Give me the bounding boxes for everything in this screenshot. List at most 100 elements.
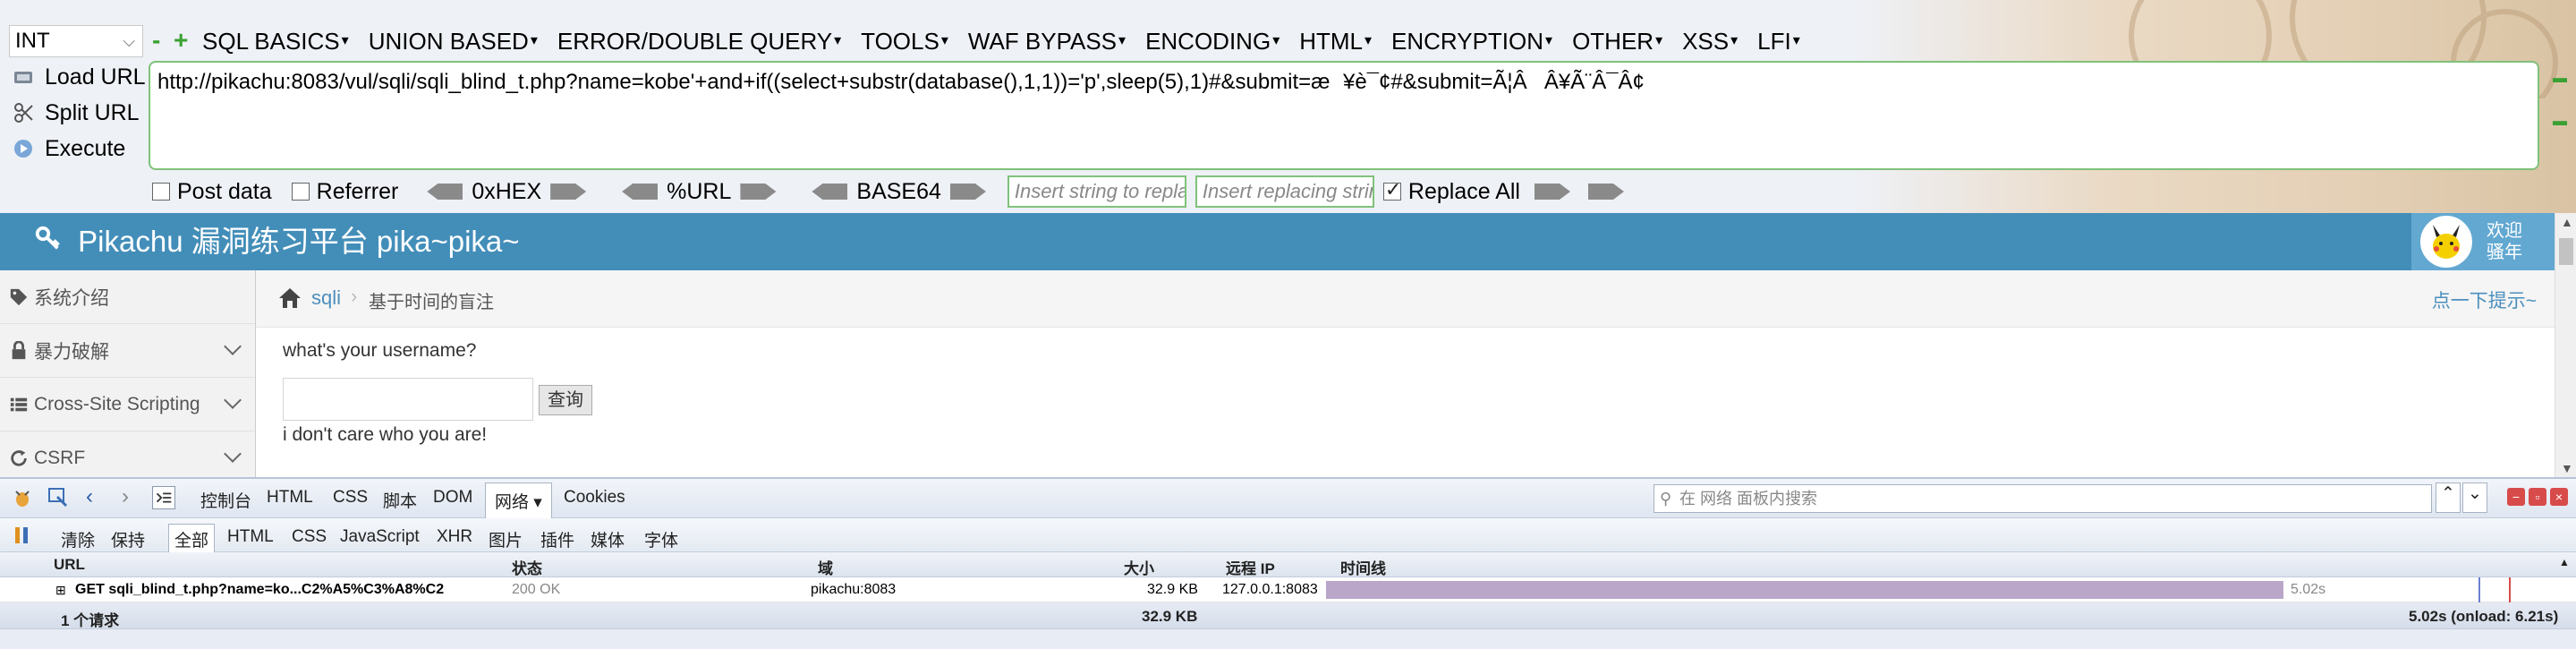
search-next-icon[interactable]: ⌄: [2462, 482, 2487, 513]
tab-css[interactable]: CSS: [333, 488, 368, 508]
network-search-input[interactable]: ⚲ 在 网络 面板内搜索: [1654, 484, 2432, 513]
breadcrumb-link-sqli[interactable]: sqli: [311, 286, 341, 310]
expand-icon[interactable]: ⊞: [55, 583, 66, 598]
column-domain[interactable]: 域: [818, 556, 833, 578]
tab-cookies[interactable]: Cookies: [564, 488, 625, 508]
summary-size: 32.9 KB: [1142, 608, 1198, 625]
forward-icon[interactable]: ›: [122, 484, 129, 509]
replace-left-button[interactable]: [1534, 184, 1570, 200]
filter-xhr[interactable]: XHR: [437, 527, 472, 547]
menu-tools[interactable]: TOOLS ▾: [861, 25, 968, 57]
sort-icon[interactable]: ▲: [2559, 556, 2570, 568]
tab-script[interactable]: 脚本: [383, 488, 417, 512]
page-scrollbar[interactable]: ▲ ▼: [2555, 213, 2576, 477]
request-remote-ip: 127.0.0.1:8083: [1222, 582, 1318, 597]
execute-button[interactable]: Execute: [13, 132, 125, 165]
base64-decode-button[interactable]: [812, 184, 848, 200]
filter-plugins[interactable]: 插件: [540, 527, 574, 551]
firebug-main-toolbar: ‹ › 控制台 HTML CSS 脚本 DOM 网络 ▾ Cookies ⚲ 在…: [0, 479, 2576, 518]
filter-html[interactable]: HTML: [227, 527, 274, 547]
menu-waf-bypass[interactable]: WAF BYPASS ▾: [968, 25, 1145, 57]
sidebar-item-bruteforce[interactable]: 暴力破解: [0, 324, 255, 378]
column-size[interactable]: 大小: [1124, 556, 1154, 578]
request-url: GET sqli_blind_t.php?name=ko...C2%A5%C3%…: [75, 582, 445, 597]
query-button[interactable]: 查询: [539, 385, 592, 415]
scroll-up-icon[interactable]: ▲: [2561, 215, 2573, 229]
clear-button[interactable]: 清除: [61, 527, 95, 551]
tab-network[interactable]: 网络 ▾: [485, 482, 552, 518]
minus-icon[interactable]: -: [152, 27, 160, 54]
url-encode-button[interactable]: [740, 184, 777, 200]
pause-icon[interactable]: [11, 524, 34, 547]
back-icon[interactable]: ‹: [86, 484, 93, 509]
tab-console[interactable]: 控制台: [200, 488, 251, 512]
filter-media[interactable]: 媒体: [591, 527, 625, 551]
plus-icon[interactable]: +: [174, 27, 188, 54]
sidebar-item-label: Cross-Site Scripting: [34, 393, 200, 414]
filter-fonts[interactable]: 字体: [644, 527, 678, 551]
command-line-icon[interactable]: [152, 486, 175, 509]
menu-encoding[interactable]: ENCODING ▾: [1145, 25, 1299, 57]
tab-dom[interactable]: DOM: [433, 488, 472, 508]
type-select[interactable]: INT ⌵: [9, 25, 143, 57]
menu-html[interactable]: HTML ▾: [1299, 25, 1391, 57]
replace-all-checkbox[interactable]: Replace All: [1382, 178, 1520, 205]
menu-sql-basics[interactable]: SQL BASICS ▾: [202, 25, 369, 57]
menu-other[interactable]: OTHER ▾: [1572, 25, 1682, 57]
sidebar-item-intro[interactable]: 系统介绍: [0, 270, 255, 324]
hint-link[interactable]: 点一下提示~: [2432, 286, 2537, 313]
menu-xss[interactable]: XSS ▾: [1682, 25, 1757, 57]
base64-label: BASE64: [856, 178, 941, 204]
menu-lfi[interactable]: LFI ▾: [1757, 25, 1820, 57]
sidebar-item-label: CSRF: [34, 447, 86, 468]
column-status[interactable]: 状态: [512, 556, 542, 578]
base64-encode-button[interactable]: [949, 184, 986, 200]
username-input[interactable]: [283, 378, 533, 421]
post-data-checkbox[interactable]: Post data: [152, 179, 272, 205]
menu-encryption[interactable]: ENCRYPTION ▾: [1391, 25, 1572, 57]
close-icon[interactable]: ×: [2550, 488, 2568, 506]
summary-count: 1 个请求: [61, 612, 120, 629]
split-url-button[interactable]: Split URL: [13, 97, 140, 129]
url-decode-button[interactable]: [622, 184, 659, 200]
tag-icon: [10, 288, 28, 305]
checkbox-checked-icon: [1382, 178, 1401, 201]
network-table-header: URL 状态 域 大小 远程 IP 时间线 ▲: [0, 552, 2576, 577]
column-url[interactable]: URL: [54, 556, 85, 574]
inspect-icon[interactable]: [47, 486, 70, 509]
table-row[interactable]: ⊞ GET sqli_blind_t.php?name=ko...C2%A5%C…: [0, 577, 2576, 602]
filter-images[interactable]: 图片: [489, 527, 523, 551]
filter-css[interactable]: CSS: [292, 527, 327, 547]
hex-encode-button[interactable]: [550, 184, 587, 200]
username-prompt: what's your username?: [283, 340, 477, 361]
url-textarea[interactable]: http://pikachu:8083/vul/sqli/sqli_blind_…: [149, 61, 2539, 170]
lock-icon: [12, 340, 26, 359]
search-prev-icon[interactable]: ⌃: [2436, 482, 2461, 513]
column-timeline[interactable]: 时间线: [1340, 556, 1386, 578]
replace-string-input[interactable]: Insert string to replace: [1007, 175, 1186, 208]
load-url-button[interactable]: Load URL: [13, 61, 146, 93]
menu-error-double-query[interactable]: ERROR/DOUBLE QUERY ▾: [557, 25, 861, 57]
menu-union-based[interactable]: UNION BASED ▾: [369, 25, 557, 57]
persist-button[interactable]: 保持: [111, 527, 145, 551]
column-remote-ip[interactable]: 远程 IP: [1226, 556, 1275, 578]
minimize-icon[interactable]: −: [2507, 488, 2525, 506]
scrollbar-thumb[interactable]: [2559, 238, 2573, 265]
replace-right-button[interactable]: [1587, 184, 1624, 200]
sidebar-item-xss[interactable]: Cross-Site Scripting: [0, 378, 255, 431]
user-menu[interactable]: 欢迎 骚年: [2411, 213, 2555, 270]
detach-icon[interactable]: ▫: [2529, 488, 2546, 506]
firebug-icon[interactable]: [11, 486, 34, 509]
chevron-down-icon: ▾: [533, 493, 542, 512]
filter-javascript[interactable]: JavaScript: [340, 527, 420, 547]
replacing-string-input[interactable]: Insert replacing string: [1194, 175, 1374, 208]
onload-line: [2509, 577, 2511, 602]
filter-all[interactable]: 全部: [168, 524, 216, 555]
site-brand[interactable]: Pikachu 漏洞练习平台 pika~pika~: [34, 222, 520, 261]
load-url-label: Load URL: [45, 64, 146, 90]
hex-decode-button[interactable]: [427, 184, 463, 200]
home-icon[interactable]: [277, 286, 302, 310]
scroll-down-icon[interactable]: ▼: [2561, 461, 2573, 475]
tab-html[interactable]: HTML: [267, 488, 313, 508]
referrer-checkbox[interactable]: Referrer: [291, 179, 398, 205]
